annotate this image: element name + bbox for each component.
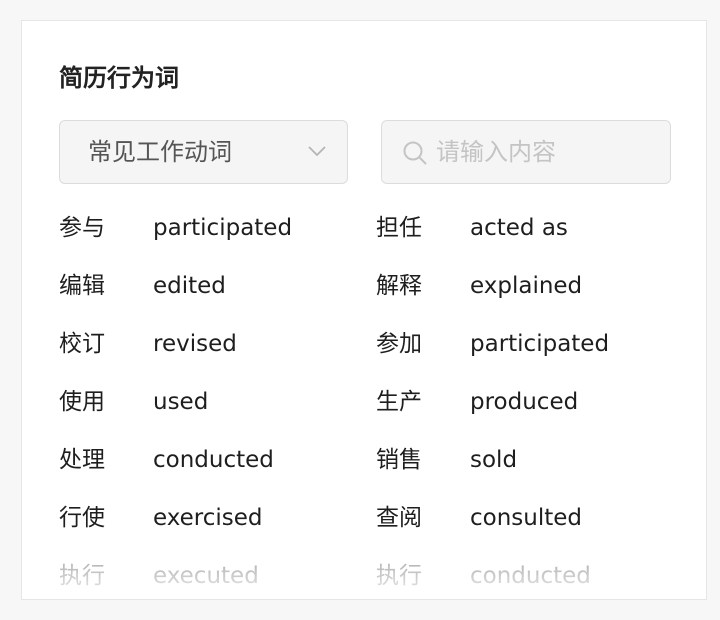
word-chinese: 参加 [376,331,422,357]
word-english: consulted [470,505,583,531]
word-english: participated [153,215,293,241]
word-english: exercised [153,505,263,531]
word-chinese: 处理 [59,447,105,473]
word-chinese: 编辑 [59,273,105,299]
word-chinese: 担任 [376,215,422,241]
chevron-down-icon [308,146,326,157]
word-english: conducted [470,563,591,589]
panel-title: 简历行为词 [59,64,179,92]
word-chinese: 行使 [59,505,105,531]
word-chinese: 参与 [59,215,105,241]
word-chinese: 执行 [59,563,105,589]
list-item: 处理 conducted 销售 sold [22,439,706,497]
category-select[interactable]: 常见工作动词 [59,120,348,184]
category-select-value: 常见工作动词 [88,138,232,166]
word-english: participated [470,331,610,357]
list-item: 使用 used 生产 produced [22,381,706,439]
word-english: executed [153,563,259,589]
search-box[interactable] [381,120,671,184]
word-english: used [153,389,209,415]
word-english: revised [153,331,237,357]
word-english: edited [153,273,226,299]
word-english: explained [470,273,583,299]
word-chinese: 生产 [376,389,422,415]
word-english: produced [470,389,579,415]
list-item: 行使 exercised 查阅 consulted [22,497,706,555]
word-panel: 简历行为词 常见工作动词 参与 participated 担任 acted as… [21,20,707,600]
word-chinese: 使用 [59,389,105,415]
list-item: 执行 executed 执行 conducted [22,555,706,599]
word-chinese: 查阅 [376,505,422,531]
word-english: conducted [153,447,274,473]
word-english: acted as [470,215,568,241]
list-item: 参与 participated 担任 acted as [22,207,706,265]
search-input[interactable] [436,121,656,183]
list-item: 校订 revised 参加 participated [22,323,706,381]
word-english: sold [470,447,518,473]
word-chinese: 校订 [59,331,105,357]
word-list: 参与 participated 担任 acted as 编辑 edited 解释… [22,207,706,599]
list-item: 编辑 edited 解释 explained [22,265,706,323]
word-chinese: 执行 [376,563,422,589]
word-chinese: 销售 [376,447,422,473]
search-icon [403,141,427,165]
word-chinese: 解释 [376,273,422,299]
